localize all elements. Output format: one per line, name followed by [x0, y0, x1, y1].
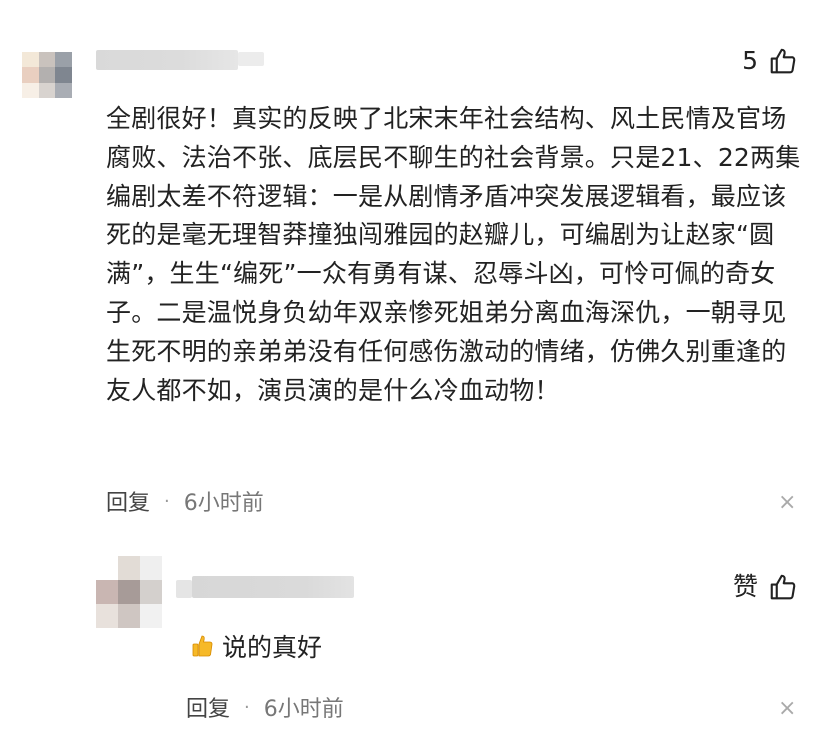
- separator-dot: ·: [244, 696, 250, 718]
- username-blurred-tail: [238, 52, 264, 66]
- thumbs-up-emoji-icon: [190, 633, 214, 659]
- close-icon[interactable]: ×: [778, 696, 796, 721]
- comment-meta: 回复 · 6小时前: [106, 485, 264, 517]
- reply-text: 说的真好: [222, 633, 323, 662]
- username-blurred[interactable]: [96, 50, 238, 70]
- reply-body: 说的真好: [190, 628, 322, 664]
- like-control[interactable]: 5: [742, 46, 798, 76]
- thumbs-up-icon[interactable]: [768, 46, 798, 76]
- reply-button[interactable]: 回复: [106, 485, 150, 517]
- comment-body: 全剧很好！真实的反映了北宋末年社会结构、风土民情及官场腐败、法治不张、底层民不聊…: [106, 104, 801, 405]
- close-icon[interactable]: ×: [778, 490, 796, 515]
- timestamp: 6小时前: [263, 697, 344, 722]
- like-label: 赞: [732, 572, 758, 601]
- avatar[interactable]: [22, 52, 72, 98]
- avatar[interactable]: [96, 556, 162, 628]
- reply-meta: 回复 · 6小时前: [186, 691, 344, 723]
- like-count: 5: [742, 46, 758, 75]
- username-blurred-head: [176, 580, 192, 598]
- reply-button[interactable]: 回复: [186, 691, 230, 723]
- thumbs-up-icon[interactable]: [768, 572, 798, 602]
- timestamp: 6小时前: [183, 491, 264, 516]
- separator-dot: ·: [164, 490, 170, 512]
- username-blurred[interactable]: [192, 576, 354, 598]
- like-control[interactable]: 赞: [733, 572, 798, 602]
